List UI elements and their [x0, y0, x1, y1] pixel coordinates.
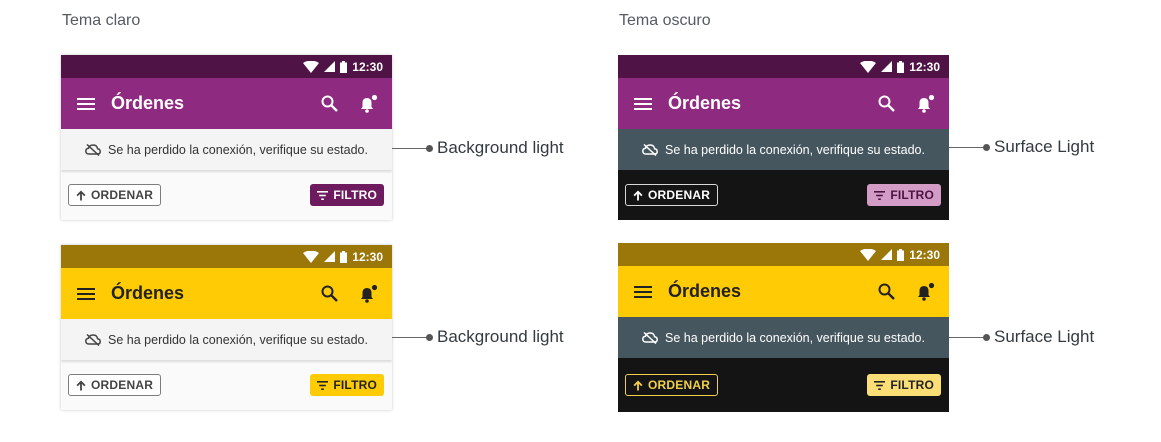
arrow-up-icon [76, 380, 86, 390]
banner-text: Se ha perdido la conexión, verifique su … [108, 332, 368, 347]
filter-button-label: FILTRO [890, 188, 934, 202]
filter-button-label: FILTRO [333, 188, 377, 202]
wifi-icon [860, 60, 877, 73]
status-time: 12:30 [909, 59, 940, 74]
callout-label: Background light [437, 327, 564, 346]
filter-icon [874, 380, 886, 390]
app-bar: Órdenes [618, 78, 949, 129]
app-bar: Órdenes [618, 266, 949, 317]
filter-button[interactable]: FILTRO [867, 184, 941, 206]
cloud-off-icon [642, 331, 658, 344]
banner-text: Se ha perdido la conexión, verifique su … [665, 142, 925, 157]
status-time: 12:30 [352, 59, 383, 74]
search-icon[interactable] [321, 95, 338, 112]
app-bar: Órdenes [61, 268, 392, 319]
connection-banner: Se ha perdido la conexión, verifique su … [61, 129, 392, 170]
banner-text: Se ha perdido la conexión, verifique su … [665, 330, 925, 345]
search-icon[interactable] [878, 283, 895, 300]
cloud-off-icon [85, 333, 101, 346]
filter-button-label: FILTRO [333, 378, 377, 392]
battery-icon [340, 250, 348, 263]
action-row: ORDENAR FILTRO [618, 358, 949, 412]
sort-button[interactable]: ORDENAR [625, 184, 719, 206]
callout-label: Background light [437, 138, 564, 157]
filter-icon [874, 190, 886, 200]
wifi-icon [303, 60, 320, 73]
search-icon[interactable] [321, 285, 338, 302]
cloud-off-icon [85, 143, 101, 156]
connection-banner: Se ha perdido la conexión, verifique su … [618, 129, 949, 170]
phone-dark-purple: 12:30 Órdenes Se ha perdido la conexión,… [618, 55, 949, 220]
sort-button-label: ORDENAR [91, 188, 154, 202]
filter-button[interactable]: FILTRO [310, 374, 384, 396]
status-bar: 12:30 [618, 243, 949, 266]
battery-icon [897, 60, 905, 73]
connection-banner: Se ha perdido la conexión, verifique su … [61, 319, 392, 360]
filter-icon [317, 190, 329, 200]
battery-icon [340, 60, 348, 73]
callout-light-top: Background light [392, 138, 564, 158]
battery-icon [897, 248, 905, 261]
status-bar: 12:30 [618, 55, 949, 78]
sort-button[interactable]: ORDENAR [68, 374, 162, 396]
banner-text: Se ha perdido la conexión, verifique su … [108, 142, 368, 157]
signal-icon [324, 61, 336, 72]
wifi-icon [860, 248, 877, 261]
action-row: ORDENAR FILTRO [61, 360, 392, 410]
cloud-off-icon [642, 143, 658, 156]
app-bar-title: Órdenes [668, 93, 742, 113]
app-bar: Órdenes [61, 78, 392, 129]
wifi-icon [303, 250, 320, 263]
phone-dark-yellow: 12:30 Órdenes Se ha perdido la conexión,… [618, 243, 949, 412]
callout-label: Surface Light [994, 137, 1095, 156]
callout-dark-top: Surface Light [949, 137, 1094, 157]
notification-bell-icon[interactable] [358, 94, 378, 114]
action-row: ORDENAR FILTRO [61, 170, 392, 220]
connection-banner: Se ha perdido la conexión, verifique su … [618, 317, 949, 358]
app-bar-title: Órdenes [111, 283, 185, 303]
status-time: 12:30 [909, 247, 940, 262]
menu-icon[interactable] [77, 287, 95, 301]
menu-icon[interactable] [634, 285, 652, 299]
column-title-light: Tema claro [62, 12, 141, 29]
app-bar-title: Órdenes [111, 93, 185, 113]
filter-button[interactable]: FILTRO [310, 184, 384, 206]
arrow-up-icon [633, 380, 643, 390]
sort-button[interactable]: ORDENAR [625, 374, 719, 396]
callout-label: Surface Light [994, 327, 1095, 346]
status-time: 12:30 [352, 249, 383, 264]
signal-icon [324, 251, 336, 262]
notification-bell-icon[interactable] [915, 94, 935, 114]
filter-button-label: FILTRO [890, 378, 934, 392]
app-bar-title: Órdenes [668, 281, 742, 301]
arrow-up-icon [633, 190, 643, 200]
search-icon[interactable] [878, 95, 895, 112]
signal-icon [881, 61, 893, 72]
action-row: ORDENAR FILTRO [618, 170, 949, 220]
filter-icon [317, 380, 329, 390]
sort-button[interactable]: ORDENAR [68, 184, 162, 206]
callout-dark-bottom: Surface Light [949, 327, 1094, 347]
menu-icon[interactable] [77, 97, 95, 111]
phone-light-purple: 12:30 Órdenes Se ha perdido la conexión,… [61, 55, 392, 220]
filter-button[interactable]: FILTRO [867, 374, 941, 396]
signal-icon [881, 249, 893, 260]
status-bar: 12:30 [61, 245, 392, 268]
callout-light-bottom: Background light [392, 327, 564, 347]
sort-button-label: ORDENAR [648, 188, 711, 202]
phone-light-yellow: 12:30 Órdenes Se ha perdido la conexión,… [61, 245, 392, 410]
notification-bell-icon[interactable] [358, 284, 378, 304]
menu-icon[interactable] [634, 97, 652, 111]
sort-button-label: ORDENAR [91, 378, 154, 392]
status-bar: 12:30 [61, 55, 392, 78]
sort-button-label: ORDENAR [648, 378, 711, 392]
arrow-up-icon [76, 190, 86, 200]
notification-bell-icon[interactable] [915, 282, 935, 302]
column-title-dark: Tema oscuro [619, 12, 711, 29]
